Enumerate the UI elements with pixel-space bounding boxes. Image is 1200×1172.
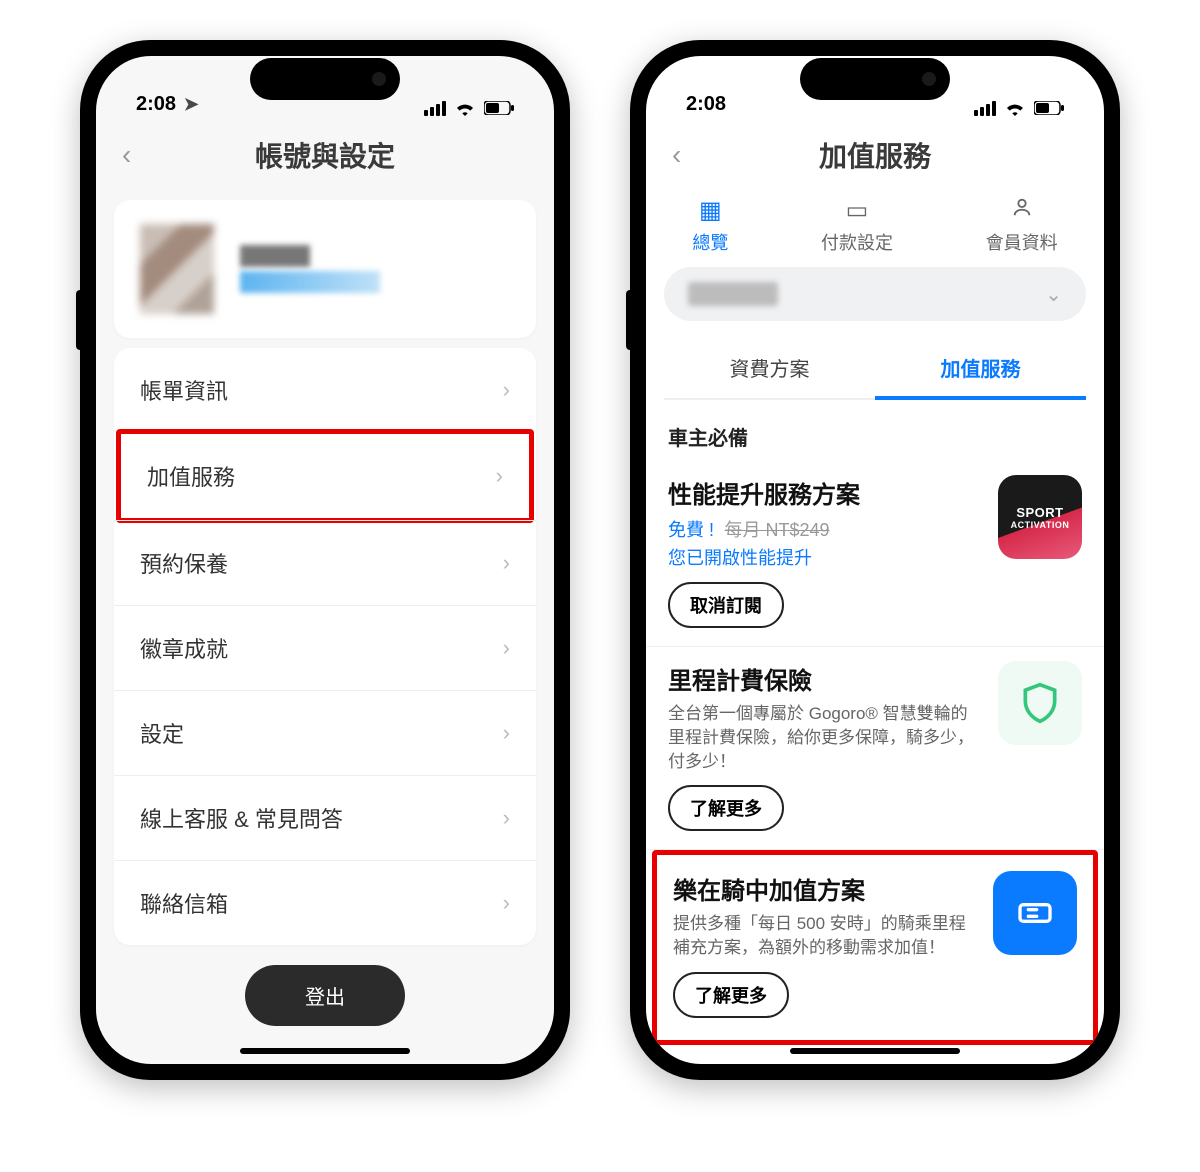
sub-tabbar: 資費方案 加值服務 <box>664 339 1086 400</box>
chevron-right-icon: › <box>503 890 510 916</box>
menu-badges[interactable]: 徽章成就 › <box>114 605 536 690</box>
battery-icon <box>1034 101 1064 115</box>
service-title: 里程計費保險 <box>668 661 982 696</box>
profile-card[interactable] <box>114 200 536 338</box>
page-title: 加值服務 <box>819 135 931 175</box>
avatar <box>140 224 214 314</box>
chevron-right-icon: › <box>503 550 510 576</box>
home-indicator[interactable] <box>790 1048 960 1054</box>
menu-label: 聯絡信箱 <box>140 887 228 919</box>
service-desc: 全台第一個專屬於 Gogoro® 智慧雙輪的里程計費保險，給你更多保障，騎多少，… <box>668 702 982 773</box>
menu-label: 線上客服 & 常見問答 <box>140 802 343 834</box>
service-insurance: 里程計費保險 全台第一個專屬於 Gogoro® 智慧雙輪的里程計費保險，給你更多… <box>646 647 1104 850</box>
location-arrow-icon: ➤ <box>184 94 199 114</box>
cellular-icon <box>974 101 996 116</box>
service-title: 性能提升服務方案 <box>668 475 982 510</box>
cancel-subscription-button[interactable]: 取消訂閱 <box>668 582 784 628</box>
subtab-plans[interactable]: 資費方案 <box>664 339 875 398</box>
chevron-down-icon: ⌄ <box>1045 282 1062 307</box>
service-status: 您已開啟性能提升 <box>668 544 982 570</box>
menu-label: 設定 <box>140 717 184 749</box>
phone-frame-left: 2:08 ➤ ‹ 帳號與設定 帳單資訊 › <box>80 40 570 1080</box>
menu-support[interactable]: 線上客服 & 常見問答 › <box>114 775 536 860</box>
highlight-joyride: 樂在騎中加值方案 提供多種「每日 500 安時」的騎乘里程補充方案，為額外的移動… <box>652 850 1098 1045</box>
menu-settings[interactable]: 設定 › <box>114 690 536 775</box>
chevron-right-icon: › <box>503 720 510 746</box>
service-title: 樂在騎中加值方案 <box>673 871 977 906</box>
highlight-addon: 加值服務 › <box>116 429 534 523</box>
vehicle-selector[interactable]: ⌄ <box>664 267 1086 321</box>
status-time: 2:08 <box>136 93 176 115</box>
nav-bar: ‹ 帳號與設定 <box>96 120 554 190</box>
card-icon: ▭ <box>821 196 893 225</box>
menu-label: 預約保養 <box>140 547 228 579</box>
price-original: 每月 NT$249 <box>724 520 829 540</box>
dynamic-island <box>800 58 950 100</box>
phone-frame-right: 2:08 ‹ 加值服務 ▦ 總覽 ▭ 付款設定 <box>630 40 1120 1080</box>
chevron-right-icon: › <box>503 635 510 661</box>
settings-list: 帳單資訊 › 加值服務 › 預約保養 › 徽章成就 › 設定 › <box>114 348 536 945</box>
menu-addon[interactable]: 加值服務 › <box>121 434 529 518</box>
home-indicator[interactable] <box>240 1048 410 1054</box>
battery-icon <box>484 101 514 115</box>
user-icon <box>986 196 1058 225</box>
back-button[interactable]: ‹ <box>122 139 131 171</box>
service-desc: 提供多種「每日 500 安時」的騎乘里程補充方案，為額外的移動需求加值！ <box>673 912 977 960</box>
menu-contact[interactable]: 聯絡信箱 › <box>114 860 536 945</box>
dynamic-island <box>250 58 400 100</box>
status-time: 2:08 <box>686 93 726 115</box>
grid-icon: ▦ <box>692 196 728 225</box>
profile-name-blurred <box>240 241 380 297</box>
shield-icon <box>998 661 1082 745</box>
tab-payment[interactable]: ▭ 付款設定 <box>821 196 893 255</box>
menu-billing[interactable]: 帳單資訊 › <box>114 348 536 432</box>
wifi-icon <box>454 100 476 116</box>
menu-label: 帳單資訊 <box>140 374 228 406</box>
menu-maintenance[interactable]: 預約保養 › <box>114 520 536 605</box>
chevron-right-icon: › <box>496 463 503 489</box>
vehicle-name-blurred <box>688 282 778 306</box>
cellular-icon <box>424 101 446 116</box>
logout-button[interactable]: 登出 <box>245 965 405 1026</box>
chevron-right-icon: › <box>503 377 510 403</box>
nav-bar: ‹ 加值服務 <box>646 120 1104 190</box>
back-button[interactable]: ‹ <box>672 139 681 171</box>
menu-label: 加值服務 <box>147 460 235 492</box>
subtab-addons[interactable]: 加值服務 <box>875 339 1086 400</box>
tab-overview[interactable]: ▦ 總覽 <box>692 196 728 255</box>
section-title: 車主必備 <box>668 422 1082 451</box>
menu-label: 徽章成就 <box>140 632 228 664</box>
top-tabbar: ▦ 總覽 ▭ 付款設定 會員資料 <box>646 190 1104 259</box>
ticket-icon <box>993 871 1077 955</box>
service-performance: 性能提升服務方案 免費 ! 每月 NT$249 您已開啟性能提升 取消訂閱 SP… <box>646 461 1104 647</box>
sport-activation-icon: SPORT ACTIVATION <box>998 475 1082 559</box>
price-free: 免費 ! <box>668 520 714 540</box>
tab-member[interactable]: 會員資料 <box>986 196 1058 255</box>
learn-more-button[interactable]: 了解更多 <box>668 785 784 831</box>
wifi-icon <box>1004 100 1026 116</box>
service-joyride: 樂在騎中加值方案 提供多種「每日 500 安時」的騎乘里程補充方案，為額外的移動… <box>657 855 1093 1040</box>
chevron-right-icon: › <box>503 805 510 831</box>
learn-more-button[interactable]: 了解更多 <box>673 972 789 1018</box>
page-title: 帳號與設定 <box>255 135 395 175</box>
